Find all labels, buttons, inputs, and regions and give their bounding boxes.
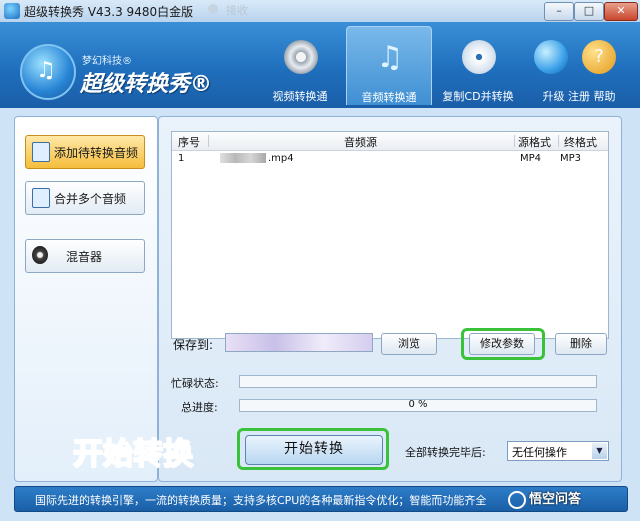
after-finish-label: 全部转换完毕后: [405, 446, 486, 459]
add-audio-button[interactable]: 添加待转换音频 [25, 135, 145, 169]
after-finish-value: 无任何操作 [512, 446, 567, 459]
column-header-target-format[interactable]: 终格式 [564, 134, 597, 150]
total-progress-text: 0 % [408, 399, 428, 410]
cd-disc-icon [462, 40, 496, 74]
row-source: .mp4 [220, 153, 294, 164]
tab-icon [208, 4, 218, 14]
blurred-filename [220, 153, 266, 163]
tab-upgrade-register-help[interactable]: ? 升级 注册 帮助 [524, 26, 634, 104]
sidebar-item-label: 合并多个音频 [54, 192, 127, 206]
close-button[interactable]: ✕ [604, 2, 638, 21]
film-reel-icon [284, 40, 318, 74]
delete-button[interactable]: 删除 [555, 333, 607, 355]
merge-audio-button[interactable]: 合并多个音频 [25, 181, 145, 215]
help-icon: ? [582, 40, 616, 74]
table-row[interactable]: 1 .mp4 MP4 MP3 [172, 152, 608, 168]
row-index: 1 [178, 153, 185, 164]
logo-note-icon: ♫ [36, 58, 56, 83]
column-divider[interactable] [514, 135, 515, 147]
row-source-ext: .mp4 [268, 153, 294, 164]
brand-company: 梦幻科技® [82, 56, 132, 67]
tab-audio-convert[interactable]: ♫ 音频转换通 [346, 26, 432, 105]
total-progress-label: 总进度: [181, 401, 218, 414]
background-tab: 接收 [200, 0, 270, 18]
tab-label: 复制CD并转换 [442, 90, 514, 103]
sidebar-item-label: 添加待转换音频 [54, 146, 139, 160]
total-progress-bar: 0 % [239, 399, 597, 412]
busy-progress-bar [239, 375, 597, 388]
after-finish-select[interactable]: 无任何操作 ▼ [507, 441, 609, 461]
maximize-button[interactable]: □ [574, 2, 604, 21]
save-to-label: 保存到: [173, 338, 214, 352]
column-header-source-format[interactable]: 源格式 [518, 134, 551, 150]
busy-status-label: 忙碌状态: [171, 377, 219, 390]
sidebar: 添加待转换音频 合并多个音频 混音器 [14, 116, 158, 482]
save-path-input[interactable] [225, 333, 373, 352]
title-bar: 超级转换秀 V43.3 9480白金版 接收 – □ ✕ [0, 0, 640, 23]
chevron-down-icon[interactable]: ▼ [592, 443, 607, 459]
column-divider[interactable] [208, 135, 209, 147]
watermark: 悟空问答 [508, 488, 628, 510]
window-title: 超级转换秀 V43.3 9480白金版 [24, 5, 194, 19]
minimize-button[interactable]: – [544, 2, 574, 21]
row-source-format: MP4 [520, 153, 542, 164]
tab-label: 音频转换通 [361, 91, 417, 104]
main-panel: 序号 音频源 源格式 终格式 1 .mp4 MP4 MP3 可继续修改参数 保存… [72, 116, 622, 482]
music-note-icon: ♫ [376, 40, 404, 75]
tab-video-convert[interactable]: 视频转换通 [258, 26, 342, 104]
row-target-format: MP3 [560, 153, 582, 164]
modify-hint-annotation: 可继续修改参数 [414, 292, 570, 319]
speaker-icon [32, 246, 48, 264]
tab-label: 升级 注册 帮助 [542, 90, 616, 103]
music-file-icon [32, 142, 50, 162]
start-convert-button[interactable]: 开始转换 [245, 435, 383, 465]
column-header-index[interactable]: 序号 [178, 134, 200, 150]
column-divider[interactable] [558, 135, 559, 147]
app-window: 超级转换秀 V43.3 9480白金版 接收 – □ ✕ ♫ 梦幻科技® 超级转… [0, 0, 640, 521]
globe-icon [534, 40, 568, 74]
watermark-text: 悟空问答 [529, 492, 582, 507]
browse-button[interactable]: 浏览 [381, 333, 437, 355]
modify-params-button[interactable]: 修改参数 [469, 333, 535, 355]
watermark-logo-icon [508, 490, 526, 509]
tab-label: 视频转换通 [272, 90, 328, 103]
table-header: 序号 音频源 源格式 终格式 [172, 132, 608, 151]
brand-name: 超级转换秀® [80, 72, 213, 97]
start-hint-annotation: 开始转换 [72, 436, 194, 473]
app-icon [4, 3, 20, 19]
column-header-source[interactable]: 音频源 [344, 134, 377, 150]
document-icon [32, 188, 50, 208]
mixer-button[interactable]: 混音器 [25, 239, 145, 273]
tab-copy-cd[interactable]: 复制CD并转换 [436, 26, 520, 104]
status-text: 国际先进的转换引擎，一流的转换质量；支持多核CPU的各种最新指令优化；智能而功能… [35, 494, 487, 507]
background-tab-label: 接收 [226, 4, 248, 17]
header-banner: ♫ 梦幻科技® 超级转换秀® 视频转换通 ♫ 音频转换通 复制CD并转换 ? 升… [0, 22, 640, 108]
sidebar-item-label: 混音器 [66, 250, 103, 264]
